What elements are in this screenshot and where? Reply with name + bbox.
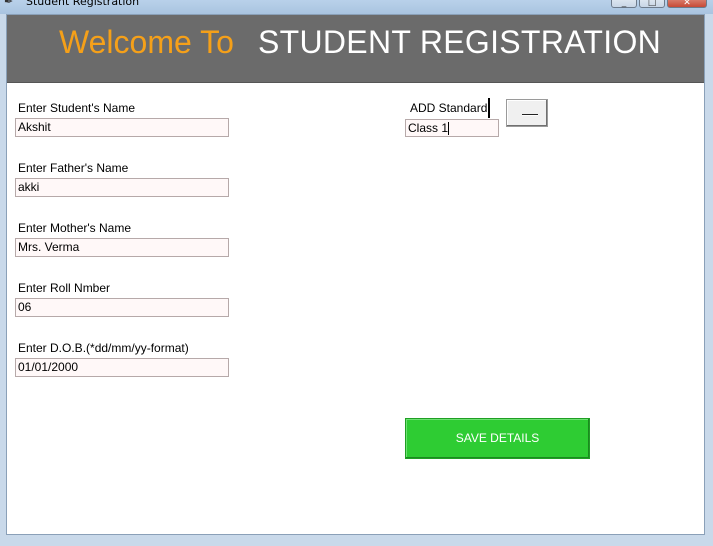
father-name-input[interactable]: akki	[15, 178, 229, 197]
father-name-label: Enter Father's Name	[18, 161, 129, 175]
dropdown-menu-icon	[522, 114, 538, 116]
form-window: Welcome To STUDENT REGISTRATION Enter St…	[6, 14, 705, 535]
header-banner: Welcome To STUDENT REGISTRATION	[7, 15, 704, 83]
dob-label: Enter D.O.B.(*dd/mm/yy-format)	[18, 341, 189, 355]
maximize-button[interactable]: □	[639, 0, 665, 8]
window-title-bar[interactable]: ✒ Student Registration _ □ ✕	[0, 0, 713, 14]
text-caret	[448, 122, 450, 136]
close-button[interactable]: ✕	[667, 0, 707, 8]
mother-name-label: Enter Mother's Name	[18, 221, 131, 235]
roll-number-label: Enter Roll Nmber	[18, 281, 111, 295]
standard-input-value: Class 1	[408, 121, 449, 135]
save-details-button[interactable]: SAVE DETAILS	[405, 418, 590, 459]
roll-number-input[interactable]: 06	[15, 298, 229, 317]
window-title: Student Registration	[26, 0, 140, 8]
add-standard-label: ADD Standard	[405, 98, 490, 118]
banner-welcome-text: Welcome To	[59, 24, 234, 60]
banner-title-text: STUDENT REGISTRATION	[258, 24, 662, 60]
standard-dropdown-button[interactable]	[506, 99, 548, 127]
student-name-label: Enter Student's Name	[18, 101, 136, 115]
window-controls: _ □ ✕	[611, 0, 707, 8]
window-frame-right	[705, 14, 713, 546]
student-name-input[interactable]: Akshit	[15, 118, 229, 137]
window-frame-bottom	[0, 535, 713, 546]
standard-input[interactable]: Class 1	[405, 119, 499, 137]
app-feather-icon: ✒	[4, 0, 14, 8]
mother-name-input[interactable]: Mrs. Verma	[15, 238, 229, 257]
dob-input[interactable]: 01/01/2000	[15, 358, 229, 377]
minimize-button[interactable]: _	[611, 0, 637, 8]
